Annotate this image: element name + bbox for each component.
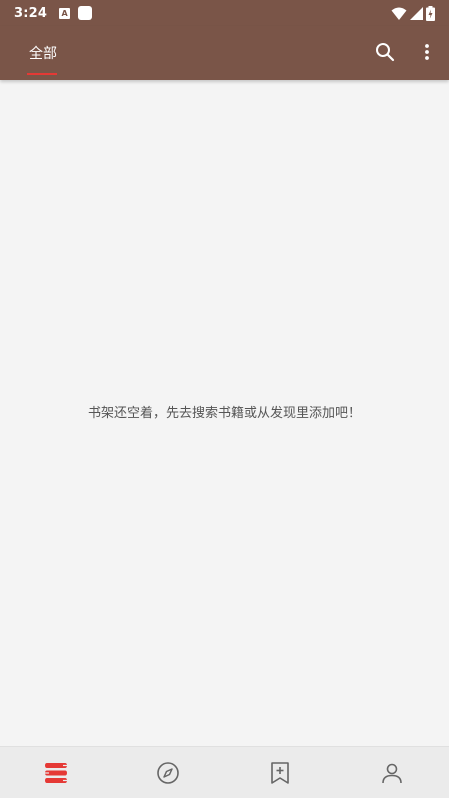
empty-state-message: 书架还空着，先去搜索书籍或从发现里添加吧！ bbox=[87, 406, 361, 421]
search-icon bbox=[376, 43, 395, 62]
nav-profile[interactable] bbox=[336, 747, 448, 798]
more-vert-icon bbox=[425, 44, 429, 60]
notification-a-letter: A bbox=[61, 8, 68, 18]
search-button[interactable] bbox=[372, 39, 398, 65]
signal-icon bbox=[410, 6, 423, 20]
bookmark-add-icon bbox=[271, 762, 289, 784]
bottom-navigation bbox=[0, 746, 449, 798]
nav-discover[interactable] bbox=[112, 747, 224, 798]
wifi-icon bbox=[391, 7, 407, 20]
nav-bookmarks[interactable] bbox=[224, 747, 336, 798]
nav-bookshelf[interactable] bbox=[0, 747, 112, 798]
bookshelf-icon bbox=[45, 763, 67, 783]
battery-icon bbox=[426, 5, 435, 21]
more-options-button[interactable] bbox=[416, 39, 438, 65]
person-icon bbox=[382, 763, 402, 784]
notification-a-icon: A bbox=[59, 7, 71, 19]
tab-indicator bbox=[27, 73, 57, 75]
app-bar: 全部 bbox=[0, 26, 449, 80]
notification-square-icon bbox=[78, 6, 93, 20]
tab-all[interactable]: 全部 bbox=[28, 26, 58, 80]
compass-icon bbox=[157, 762, 179, 784]
bookshelf-content: 书架还空着，先去搜索书籍或从发现里添加吧！ bbox=[0, 80, 449, 746]
status-time: 3:24 bbox=[14, 5, 48, 21]
status-bar: 3:24 A bbox=[0, 0, 449, 26]
tab-all-label: 全部 bbox=[29, 46, 57, 62]
